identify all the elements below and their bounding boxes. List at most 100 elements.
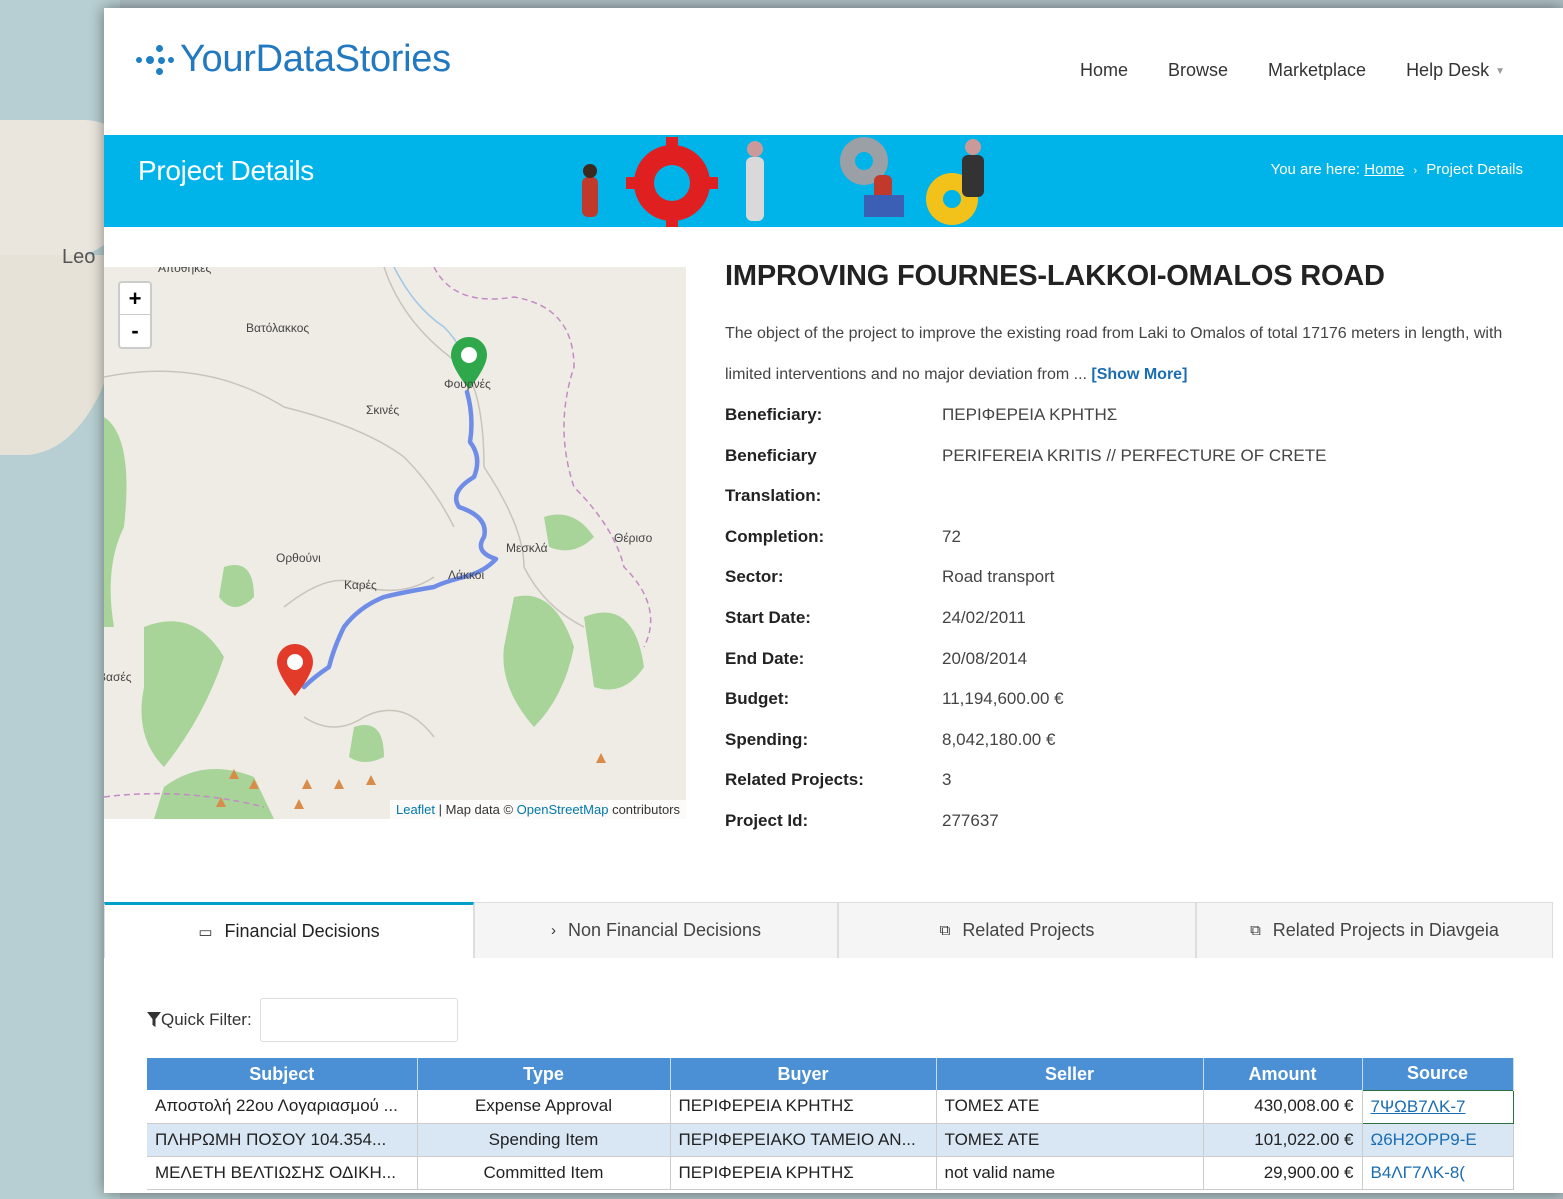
financial-decisions-grid: Subject Type Buyer Seller Amount Source … bbox=[147, 1058, 1514, 1190]
map-place-label: Σκινές bbox=[366, 403, 400, 417]
browser-window: YourDataStories Home Browse Marketplace … bbox=[104, 8, 1563, 1193]
attribution-contributors: contributors bbox=[612, 802, 680, 817]
attribution-text: | Map data © bbox=[438, 802, 514, 817]
page-banner: Project Details You are here: Home › Pro… bbox=[104, 135, 1563, 227]
zoom-control: + - bbox=[118, 281, 152, 349]
column-header-type[interactable]: Type bbox=[417, 1058, 671, 1090]
column-header-buyer[interactable]: Buyer bbox=[670, 1058, 937, 1090]
field-value: 20/08/2014 bbox=[942, 648, 1028, 668]
logo[interactable]: YourDataStories bbox=[136, 38, 451, 81]
quick-filter: Quick Filter: bbox=[147, 998, 458, 1042]
map-tiles bbox=[104, 267, 652, 819]
field-value: 3 bbox=[942, 770, 952, 790]
puzzle-icon: ⧉ bbox=[1250, 922, 1261, 939]
project-details: IMPROVING FOURNES-LAKKOI-OMALOS ROAD The… bbox=[725, 260, 1525, 842]
table-row[interactable]: Αποστολή 22ου Λογαριασμού ... Expense Ap… bbox=[147, 1089, 1514, 1124]
end-marker-icon[interactable] bbox=[277, 644, 313, 696]
leaflet-link[interactable]: Leaflet bbox=[396, 802, 435, 817]
cell-source-link[interactable]: Ω6Η2ΟΡΡ9-Ε bbox=[1362, 1123, 1514, 1157]
nav-marketplace[interactable]: Marketplace bbox=[1268, 60, 1366, 81]
project-description: The object of the project to improve the… bbox=[725, 313, 1525, 395]
cell-type: Spending Item bbox=[417, 1123, 671, 1157]
breadcrumb: You are here: Home › Project Details bbox=[1271, 161, 1523, 178]
column-header-source[interactable]: Source bbox=[1362, 1058, 1514, 1090]
tab-non-financial-decisions[interactable]: › Non Financial Decisions bbox=[474, 902, 838, 958]
breadcrumb-home-link[interactable]: Home bbox=[1364, 161, 1404, 178]
field-row-beneficiary-translation: Beneficiary PERIFEREIA KRITIS // PERFECTU… bbox=[725, 436, 1525, 477]
cell-type: Expense Approval bbox=[417, 1090, 671, 1124]
cell-buyer: ΠΕΡΙΦΕΡΕΙΑ ΚΡΗΤΗΣ bbox=[670, 1090, 937, 1124]
field-value: Road transport bbox=[942, 567, 1055, 587]
field-key: Related Projects: bbox=[725, 770, 864, 790]
map-attribution: Leaflet | Map data © OpenStreetMap contr… bbox=[389, 800, 686, 819]
breadcrumb-current: Project Details bbox=[1426, 161, 1523, 178]
cell-amount: 101,022.00 € bbox=[1203, 1123, 1363, 1157]
cell-type: Committed Item bbox=[417, 1156, 671, 1190]
cell-amount: 430,008.00 € bbox=[1203, 1090, 1363, 1124]
field-row-translation: Translation: bbox=[725, 476, 1525, 517]
breadcrumb-prefix: You are here: bbox=[1270, 161, 1361, 178]
table-row[interactable]: ΜΕΛΕΤΗ ΒΕΛΤΙΩΣΗΣ ΟΔΙΚΗ... Committed Item… bbox=[147, 1156, 1514, 1190]
field-row-spending: Spending: 8,042,180.00 € bbox=[725, 720, 1525, 761]
page-title: Project Details bbox=[138, 155, 315, 186]
field-key: Beneficiary: bbox=[725, 405, 823, 424]
tab-label: Related Projects bbox=[962, 920, 1095, 940]
cell-subject: Αποστολή 22ου Λογαριασμού ... bbox=[147, 1090, 418, 1124]
tab-label: Financial Decisions bbox=[224, 921, 380, 941]
nav-help-desk-label: Help Desk bbox=[1406, 60, 1490, 80]
cell-source-link[interactable]: Β4ΛΓ7ΛΚ-8( bbox=[1362, 1156, 1514, 1190]
card-icon: ▭ bbox=[198, 923, 213, 941]
field-row-sector: Sector: Road transport bbox=[725, 557, 1525, 598]
field-value: 24/02/2011 bbox=[942, 607, 1026, 627]
tab-financial-decisions[interactable]: ▭ Financial Decisions bbox=[104, 902, 474, 958]
column-header-subject[interactable]: Subject bbox=[147, 1058, 418, 1090]
map-place-label: Βατόλακκος bbox=[246, 321, 310, 335]
tab-label: Related Projects in Diavgeia bbox=[1272, 920, 1499, 940]
field-row-start-date: Start Date: 24/02/2011 bbox=[725, 598, 1525, 639]
field-row-beneficiary: Beneficiary: ΠΕΡΙΦΕΡΕΙΑ ΚΡΗΤΗΣ bbox=[725, 395, 1525, 436]
banner-illustration bbox=[582, 137, 984, 227]
decision-tabs: ▭ Financial Decisions › Non Financial De… bbox=[104, 902, 1553, 958]
table-row[interactable]: ΠΛΗΡΩΜΗ ΠΟΣΟΥ 104.354... Spending Item Π… bbox=[147, 1123, 1514, 1157]
field-value: 72 bbox=[942, 526, 961, 546]
map-place-label: Βασές bbox=[104, 670, 132, 684]
cell-seller: not valid name bbox=[936, 1156, 1204, 1190]
logo-dots-icon bbox=[136, 40, 176, 80]
background-map: Leo bbox=[0, 0, 120, 1199]
field-key: Translation: bbox=[725, 486, 822, 506]
site-header: YourDataStories Home Browse Marketplace … bbox=[104, 8, 1563, 135]
map-place-label: Λάκκοι bbox=[448, 568, 485, 582]
background-map-label: Leo bbox=[62, 246, 96, 268]
puzzle-icon: ⧉ bbox=[939, 922, 951, 939]
column-header-amount[interactable]: Amount bbox=[1203, 1058, 1363, 1090]
quick-filter-input[interactable] bbox=[259, 998, 458, 1042]
cell-subject: ΜΕΛΕΤΗ ΒΕΛΤΙΩΣΗΣ ΟΔΙΚΗ... bbox=[147, 1156, 418, 1190]
field-row-end-date: End Date: 20/08/2014 bbox=[725, 639, 1525, 680]
openstreetmap-link[interactable]: OpenStreetMap bbox=[517, 802, 609, 817]
nav-home[interactable]: Home bbox=[1080, 60, 1128, 81]
zoom-in-button[interactable]: + bbox=[120, 283, 150, 315]
grid-header-row: Subject Type Buyer Seller Amount Source bbox=[147, 1058, 1514, 1090]
nav-help-desk[interactable]: Help Desk ▼ bbox=[1406, 60, 1505, 81]
column-header-seller[interactable]: Seller bbox=[936, 1058, 1204, 1090]
project-title: IMPROVING FOURNES-LAKKOI-OMALOS ROAD bbox=[725, 260, 1385, 292]
tab-related-projects-diavgeia[interactable]: ⧉ Related Projects in Diavgeia bbox=[1196, 902, 1553, 958]
zoom-out-button[interactable]: - bbox=[120, 315, 150, 347]
chevron-right-icon: › bbox=[550, 922, 556, 939]
field-key: Project Id: bbox=[725, 810, 809, 830]
logo-text: YourDataStories bbox=[180, 38, 451, 80]
field-value: PERIFEREIA KRITIS // PERFECTURE OF CRETE bbox=[942, 445, 1327, 465]
nav-browse[interactable]: Browse bbox=[1168, 60, 1228, 81]
field-row-project-id: Project Id: 277637 bbox=[725, 801, 1525, 842]
cell-source-link[interactable]: 7ΨΩΒ7ΛΚ-7 bbox=[1361, 1089, 1514, 1124]
field-key: Spending: bbox=[725, 729, 809, 749]
field-value: 277637 bbox=[942, 810, 999, 830]
show-more-link[interactable]: [Show More] bbox=[1091, 366, 1187, 383]
field-key: Budget: bbox=[725, 689, 790, 709]
tab-related-projects[interactable]: ⧉ Related Projects bbox=[838, 902, 1196, 958]
cell-subject: ΠΛΗΡΩΜΗ ΠΟΣΟΥ 104.354... bbox=[147, 1123, 418, 1157]
map-place-label: Μεσκλά bbox=[506, 541, 548, 555]
map-place-label: Αποθήκες bbox=[158, 267, 212, 275]
project-map[interactable]: Αποθήκες Βατόλακκος Φουρνές Σκινές Μεσκλ… bbox=[104, 267, 686, 819]
field-key: End Date: bbox=[725, 648, 805, 668]
